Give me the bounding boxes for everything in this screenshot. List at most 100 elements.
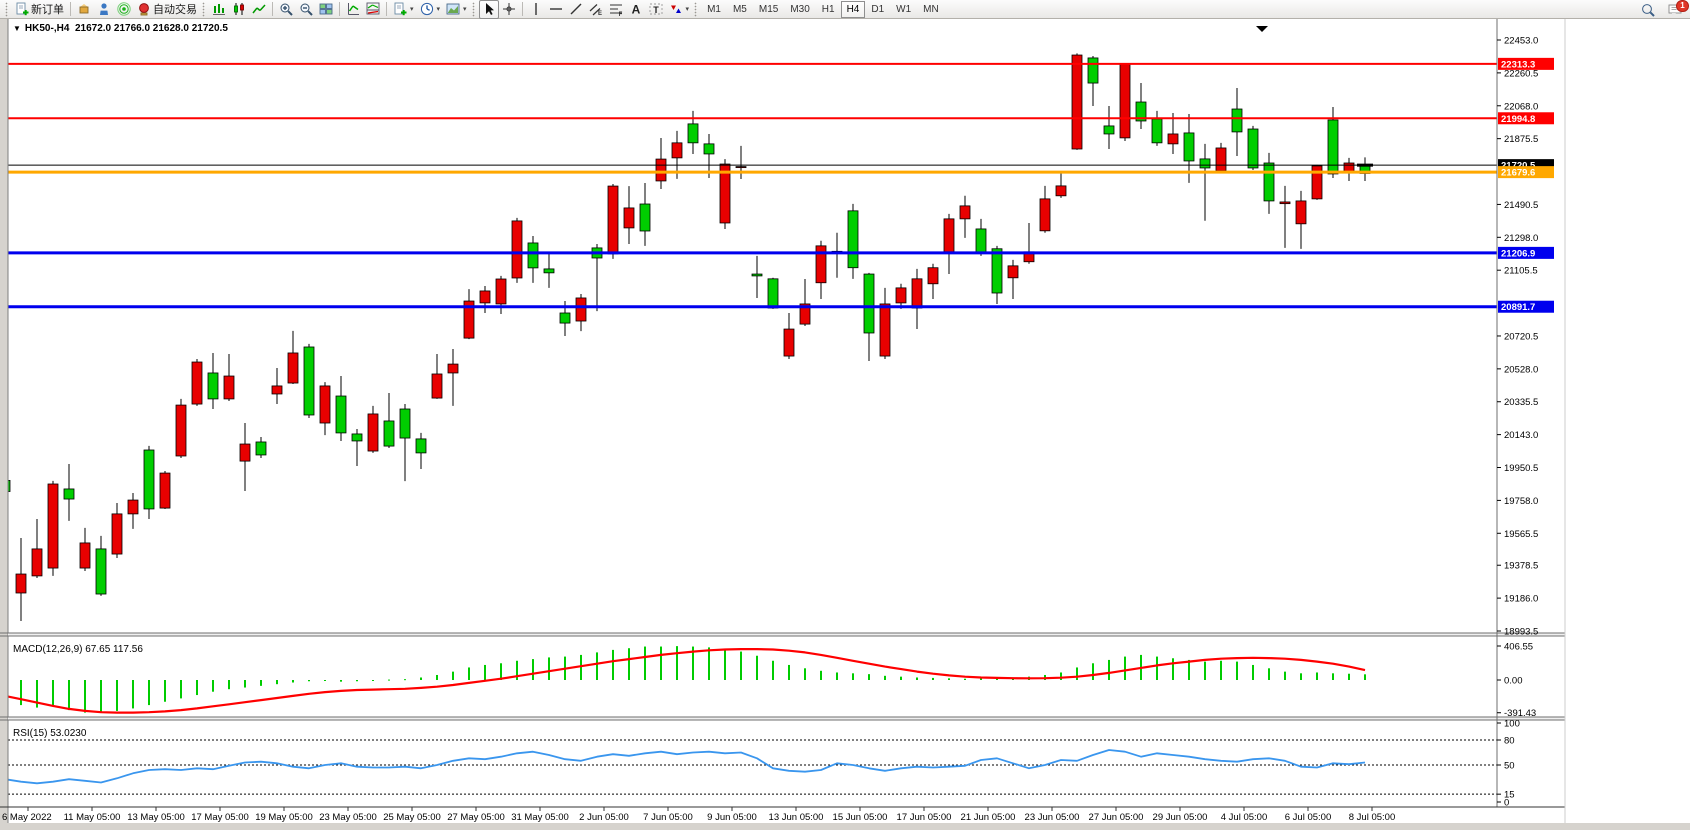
zoom-in-button[interactable] bbox=[276, 0, 296, 19]
macd-histogram-bar bbox=[1252, 665, 1254, 680]
zoom-out-button[interactable] bbox=[296, 0, 316, 19]
arrows-button[interactable]: ▾ bbox=[666, 0, 693, 19]
svg-text:50: 50 bbox=[1504, 761, 1515, 772]
notifications-button[interactable]: 1 bbox=[1665, 0, 1685, 19]
svg-text:80: 80 bbox=[1504, 736, 1515, 747]
price-tick-label: 21875.5 bbox=[1504, 134, 1538, 145]
crosshair-button[interactable] bbox=[499, 0, 519, 19]
macd-histogram-bar bbox=[676, 646, 678, 680]
candle bbox=[720, 159, 730, 229]
candle bbox=[768, 278, 778, 309]
macd-histogram-bar bbox=[1060, 672, 1062, 680]
macd-histogram-bar bbox=[436, 675, 438, 680]
toolbar-grip[interactable] bbox=[5, 2, 8, 17]
svg-text:0: 0 bbox=[1504, 798, 1509, 809]
macd-histogram-bar bbox=[1188, 660, 1190, 680]
candle bbox=[144, 446, 154, 519]
svg-text:406.55: 406.55 bbox=[1504, 642, 1533, 653]
vertical-line-button[interactable] bbox=[526, 0, 546, 19]
chevron-down-icon[interactable]: ▾ bbox=[437, 5, 441, 13]
macd-histogram-bar bbox=[324, 680, 326, 681]
macd-histogram-bar bbox=[1236, 662, 1238, 680]
chart-window: 22453.022260.522068.021875.521490.521298… bbox=[0, 19, 1690, 830]
price-tick-label: 21490.5 bbox=[1504, 200, 1538, 211]
indicators-button[interactable] bbox=[343, 0, 363, 19]
letter-icon: A bbox=[629, 2, 643, 16]
toolbar-grip[interactable] bbox=[694, 2, 697, 17]
chevron-down-icon[interactable]: ▾ bbox=[463, 5, 467, 13]
tile-windows-button[interactable] bbox=[316, 0, 336, 19]
add-indicator-button[interactable]: ▾ bbox=[390, 0, 417, 19]
community-button[interactable] bbox=[94, 0, 114, 19]
candle bbox=[1120, 63, 1130, 141]
gold-box-icon bbox=[77, 2, 91, 16]
timeframe-d1-button[interactable]: D1 bbox=[865, 1, 890, 18]
chart-title: ▼ HK50-,H4 21672.0 21766.0 21628.0 21720.… bbox=[13, 23, 228, 34]
macd-histogram-bar bbox=[708, 647, 710, 680]
timeframe-m1-button[interactable]: M1 bbox=[701, 1, 727, 18]
time-tick-label: 13 May 05:00 bbox=[127, 812, 185, 823]
macd-histogram-bar bbox=[1076, 667, 1078, 680]
macd-histogram-bar bbox=[724, 649, 726, 680]
svg-text:22313.3: 22313.3 bbox=[1501, 59, 1535, 70]
timeframe-w1-button[interactable]: W1 bbox=[890, 1, 917, 18]
macd-histogram-bar bbox=[628, 648, 630, 680]
fibonacci-button[interactable]: F bbox=[606, 0, 626, 19]
symbol-dropdown-icon[interactable]: ▼ bbox=[13, 24, 21, 33]
new-order-button[interactable]: 新订单 bbox=[12, 0, 67, 19]
macd-histogram-bar bbox=[1268, 668, 1270, 680]
bar-chart-button[interactable] bbox=[209, 0, 229, 19]
time-tick-label: 27 Jun 05:00 bbox=[1089, 812, 1144, 823]
text-button[interactable]: A bbox=[626, 0, 646, 19]
zoom-in-icon bbox=[279, 2, 293, 16]
doc-plus-icon bbox=[393, 2, 407, 16]
price-tick-label: 20528.0 bbox=[1504, 364, 1538, 375]
template-icon bbox=[446, 2, 460, 16]
toolbar-grip[interactable] bbox=[472, 2, 475, 17]
chevron-down-icon[interactable]: ▾ bbox=[686, 5, 690, 13]
toolbar: 新订单 自动交易 ▾ ▾ ▾ EFAT ▾ M1M5M15M30H1H4D1W1MN 1 bbox=[0, 0, 1690, 19]
search-icon bbox=[1641, 3, 1655, 17]
timeframe-h4-button[interactable]: H4 bbox=[841, 1, 866, 18]
doc-plus-icon bbox=[15, 2, 29, 16]
svg-text:21994.8: 21994.8 bbox=[1501, 114, 1535, 125]
price-tick-label: 22068.0 bbox=[1504, 101, 1538, 112]
tline-icon bbox=[569, 2, 583, 16]
macd-histogram-bar bbox=[308, 680, 310, 681]
macd-histogram-bar bbox=[1204, 662, 1206, 680]
search-button[interactable] bbox=[1638, 0, 1658, 19]
timeframe-mn-button[interactable]: MN bbox=[917, 1, 945, 18]
macd-histogram-bar bbox=[148, 680, 150, 705]
macd-histogram-bar bbox=[404, 679, 406, 680]
timeframe-m5-button[interactable]: M5 bbox=[727, 1, 753, 18]
macd-histogram-bar bbox=[1284, 672, 1286, 680]
macd-histogram-bar bbox=[548, 657, 550, 680]
timeframe-m15-button[interactable]: M15 bbox=[753, 1, 784, 18]
timeframe-h1-button[interactable]: H1 bbox=[816, 1, 841, 18]
timeframe-m30-button[interactable]: M30 bbox=[784, 1, 815, 18]
candle bbox=[512, 218, 522, 283]
toolbar-grip[interactable] bbox=[202, 2, 205, 17]
line-chart-button[interactable] bbox=[249, 0, 269, 19]
last-price-marker bbox=[1357, 164, 1373, 167]
deposit-button[interactable] bbox=[74, 0, 94, 19]
period-button[interactable]: ▾ bbox=[417, 0, 444, 19]
auto-trading-button[interactable]: 自动交易 bbox=[134, 0, 200, 19]
ohlc-values: 21672.0 21766.0 21628.0 21720.5 bbox=[75, 23, 228, 34]
symbol-period-label: HK50-,H4 bbox=[25, 23, 69, 34]
template-button[interactable]: ▾ bbox=[443, 0, 470, 19]
chevron-down-icon[interactable]: ▾ bbox=[410, 5, 414, 13]
candlestick-chart-button[interactable] bbox=[229, 0, 249, 19]
signals-button[interactable] bbox=[114, 0, 134, 19]
horizontal-line-button[interactable] bbox=[546, 0, 566, 19]
channel-button[interactable]: E bbox=[586, 0, 606, 19]
trendline-button[interactable] bbox=[566, 0, 586, 19]
macd-histogram-bar bbox=[1108, 660, 1110, 680]
label-button[interactable]: T bbox=[646, 0, 666, 19]
macd-histogram-bar bbox=[1300, 673, 1302, 680]
time-tick-label: 17 May 05:00 bbox=[191, 812, 249, 823]
macd-histogram-bar bbox=[84, 680, 86, 713]
macd-histogram-bar bbox=[1348, 674, 1350, 680]
indicator-window-button[interactable] bbox=[363, 0, 383, 19]
cursor-button[interactable] bbox=[479, 0, 499, 19]
